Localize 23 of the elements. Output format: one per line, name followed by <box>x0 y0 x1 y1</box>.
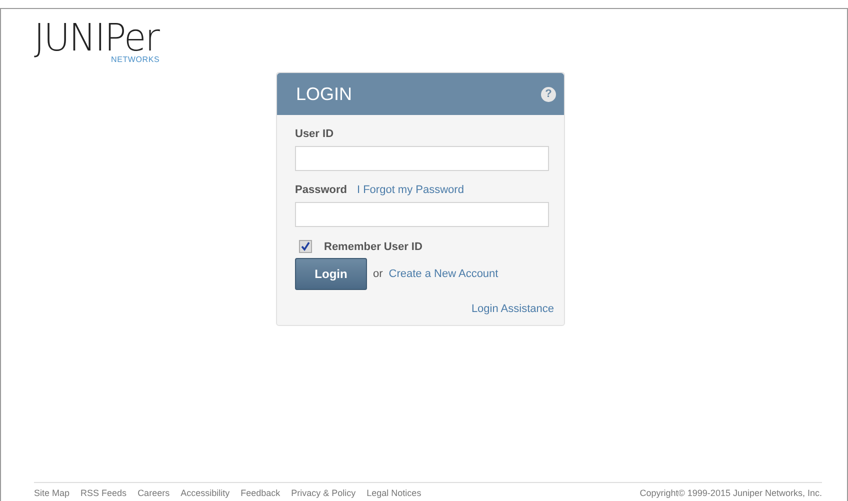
logo-tagline: NETWORKS <box>111 55 160 64</box>
login-assistance-link[interactable]: Login Assistance <box>471 303 554 315</box>
password-field[interactable] <box>295 202 549 227</box>
footer-link[interactable]: RSS Feeds <box>80 488 127 501</box>
create-account-link[interactable]: Create a New Account <box>388 268 498 280</box>
forgot-password-link[interactable]: I Forgot my Password <box>356 184 464 196</box>
footer-link[interactable]: Site Map <box>34 488 70 501</box>
checkbox-label: Remember User ID <box>324 240 422 252</box>
remember-checkbox[interactable] <box>299 240 312 253</box>
field-label: User ID <box>295 128 335 140</box>
footer-link[interactable]: Careers <box>138 488 170 501</box>
login-button[interactable]: Login <box>295 258 367 290</box>
login-title: LOGIN <box>296 84 352 104</box>
footer-link[interactable]: Legal Notices <box>366 488 422 501</box>
or-text: or <box>373 268 383 280</box>
footer-link[interactable]: Privacy & Policy <box>291 488 356 501</box>
copyright-text: Copyright© 1999-2015 Juniper Networks, Inc. <box>640 488 822 500</box>
logo-wordmark: JUNIPer <box>34 20 159 58</box>
user-id-field[interactable] <box>295 146 549 171</box>
footer-link[interactable]: Feedback <box>240 488 280 501</box>
field-label: Password <box>295 184 347 196</box>
footer-link[interactable]: Accessibility <box>180 488 230 501</box>
help-icon[interactable]: ? <box>541 86 556 102</box>
